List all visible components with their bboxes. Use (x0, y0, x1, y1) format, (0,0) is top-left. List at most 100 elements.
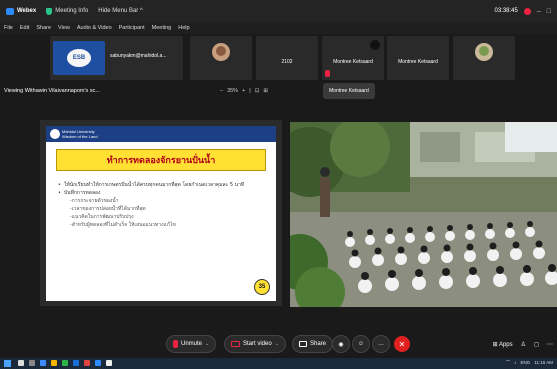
minimize-button[interactable]: – (537, 8, 541, 15)
unmute-button[interactable]: Unmute ⌄ (166, 335, 217, 353)
language-indicator[interactable]: ENG (521, 360, 531, 366)
menu-view[interactable]: View (58, 25, 70, 31)
unmute-label: Unmute (181, 341, 203, 347)
clock[interactable]: 11:16 AM (534, 360, 553, 366)
record-button[interactable]: ◉ (332, 335, 350, 353)
university-name: Mahidol University Wisdom of the Land (62, 129, 98, 139)
search-icon[interactable] (18, 360, 24, 366)
meeting-toolbar: Unmute ⌄ Start video ⌄ Share ◉ ☺ … ✕ ⊞ A… (0, 330, 557, 358)
bullet-item: ให้นักเรียนทำให้การเกษตรปั่นน้ำได้ครบทุก… (58, 181, 263, 189)
menu-meeting[interactable]: Meeting (152, 25, 172, 31)
app-icon[interactable] (106, 360, 112, 366)
webex-taskbar-icon[interactable] (95, 360, 101, 366)
participant-tile[interactable] (453, 36, 515, 80)
more-menu-icon[interactable]: ⋯ (547, 341, 553, 348)
participant-tile[interactable]: ESB sabunyakm@mahidol.a... (50, 36, 183, 80)
chevron-down-icon[interactable]: ⌄ (275, 341, 279, 347)
task-view-icon[interactable] (29, 360, 35, 366)
avatar (475, 43, 493, 61)
viewing-label: Viewing Withawin Vilaivannapom's sc... (4, 88, 100, 94)
menu-edit[interactable]: Edit (20, 25, 29, 31)
title-bar: Webex Meeting Info Hide Menu Bar ^ 03:38… (0, 0, 557, 22)
university-sub-text: Wisdom of the Land (62, 134, 98, 139)
meeting-info-label: Meeting Info (55, 8, 89, 14)
app-name: Webex (17, 8, 37, 14)
viewing-bar: Viewing Withawin Vilaivannapom's sc... –… (0, 82, 557, 100)
video-off-icon (231, 341, 240, 347)
edge-icon[interactable] (40, 360, 46, 366)
titlebar-right: 03:38:45 – □ (494, 0, 551, 22)
windows-start-icon[interactable] (4, 360, 11, 367)
maximize-button[interactable]: □ (547, 8, 551, 15)
menu-participant[interactable]: Participant (119, 25, 145, 31)
avatar (212, 43, 230, 61)
participant-tile[interactable] (190, 36, 252, 80)
bullet-item: บันทึกการทดลอง (58, 189, 263, 197)
video-icon (370, 40, 380, 50)
record-icon: ◉ (338, 341, 344, 348)
sub-item: -การกระจายตัวของน้ำ (70, 198, 119, 204)
start-video-label: Start video (243, 341, 272, 347)
shield-icon (46, 7, 53, 15)
recording-icon[interactable] (523, 7, 531, 15)
mic-muted-icon (325, 70, 330, 77)
menu-file[interactable]: File (4, 25, 13, 31)
share-button[interactable]: Share (292, 335, 334, 353)
participant-name: sabunyakm@mahidol.a... (110, 53, 167, 59)
esb-logo: ESB (53, 41, 105, 75)
more-options-button[interactable]: … (372, 335, 390, 353)
zoom-out-button[interactable]: – (220, 88, 223, 94)
slide-title: ทำการทดลองจักรยานปั่นน้ำ (56, 149, 266, 171)
menu-audio-video[interactable]: Audio & Video (77, 25, 112, 31)
system-tray: ⌒ ♪ ENG 11:16 AM (506, 360, 553, 366)
zoom-in-button[interactable]: + (242, 88, 245, 94)
options-icon[interactable]: ⊞ (263, 88, 268, 94)
chat-icon[interactable]: ◻ (534, 341, 539, 348)
menu-bar: File Edit Share View Audio & Video Parti… (0, 22, 557, 34)
zoom-level: 35% (227, 88, 239, 94)
participant-tile[interactable]: Montree Ketsaard (322, 36, 384, 80)
speaker-tooltip: Montree Ketsaard (323, 83, 375, 99)
webex-icon (6, 7, 14, 15)
sub-item: -แนวคิดในการพัฒนาปรับปรุง (70, 214, 134, 220)
esb-badge: ESB (67, 49, 91, 67)
menu-share[interactable]: Share (36, 25, 51, 31)
webex-logo: Webex (6, 7, 37, 15)
slide-bullets: ให้นักเรียนทำให้การเกษตรปั่นน้ำได้ครบทุก… (58, 181, 263, 229)
fit-screen-icon[interactable]: ⊡ (255, 88, 260, 94)
windows-taskbar: ⌒ ♪ ENG 11:16 AM (0, 358, 557, 369)
participant-name: Montree Ketsaard (398, 59, 438, 65)
meeting-info-button[interactable]: Meeting Info (46, 7, 89, 15)
share-label: Share (310, 341, 327, 347)
apps-button[interactable]: ⊞ Apps (493, 341, 513, 348)
participant-name: Montree Ketsaard (333, 59, 373, 65)
share-icon (299, 341, 307, 347)
mic-muted-icon (173, 340, 178, 348)
network-icon[interactable]: ⌒ (506, 360, 511, 366)
menu-help[interactable]: Help (178, 25, 189, 31)
chrome-icon[interactable] (62, 360, 68, 366)
chevron-down-icon[interactable]: ⌄ (205, 341, 209, 347)
volume-icon[interactable]: ♪ (514, 360, 516, 366)
start-video-button[interactable]: Start video ⌄ (224, 335, 286, 353)
smiley-icon: ☺ (357, 341, 365, 347)
apps-icon: ⊞ (492, 341, 498, 348)
folder-icon[interactable] (51, 360, 57, 366)
active-speaker-video (290, 122, 557, 307)
apps-label: Apps (498, 341, 513, 348)
taskbar-apps (18, 360, 112, 366)
reactions-button[interactable]: ☺ (352, 335, 370, 353)
classroom-scene-image (290, 122, 557, 307)
meeting-timer: 03:38:45 (494, 8, 518, 14)
powerpoint-icon[interactable] (84, 360, 90, 366)
participant-tile[interactable]: Montree Ketsaard (387, 36, 449, 80)
participant-tile[interactable]: 2102 (256, 36, 318, 80)
presentation-slide: Mahidol University Wisdom of the Land ทำ… (46, 126, 276, 301)
hide-menu-bar-button[interactable]: Hide Menu Bar ^ (98, 8, 143, 14)
shared-screen: Mahidol University Wisdom of the Land ทำ… (40, 120, 282, 306)
university-logo (50, 129, 60, 139)
word-icon[interactable] (73, 360, 79, 366)
participant-strip: ESB sabunyakm@mahidol.a... 2102 Montree … (0, 34, 557, 82)
leave-meeting-button[interactable]: ✕ (394, 336, 410, 352)
participants-icon[interactable]: ♙ (521, 341, 526, 348)
